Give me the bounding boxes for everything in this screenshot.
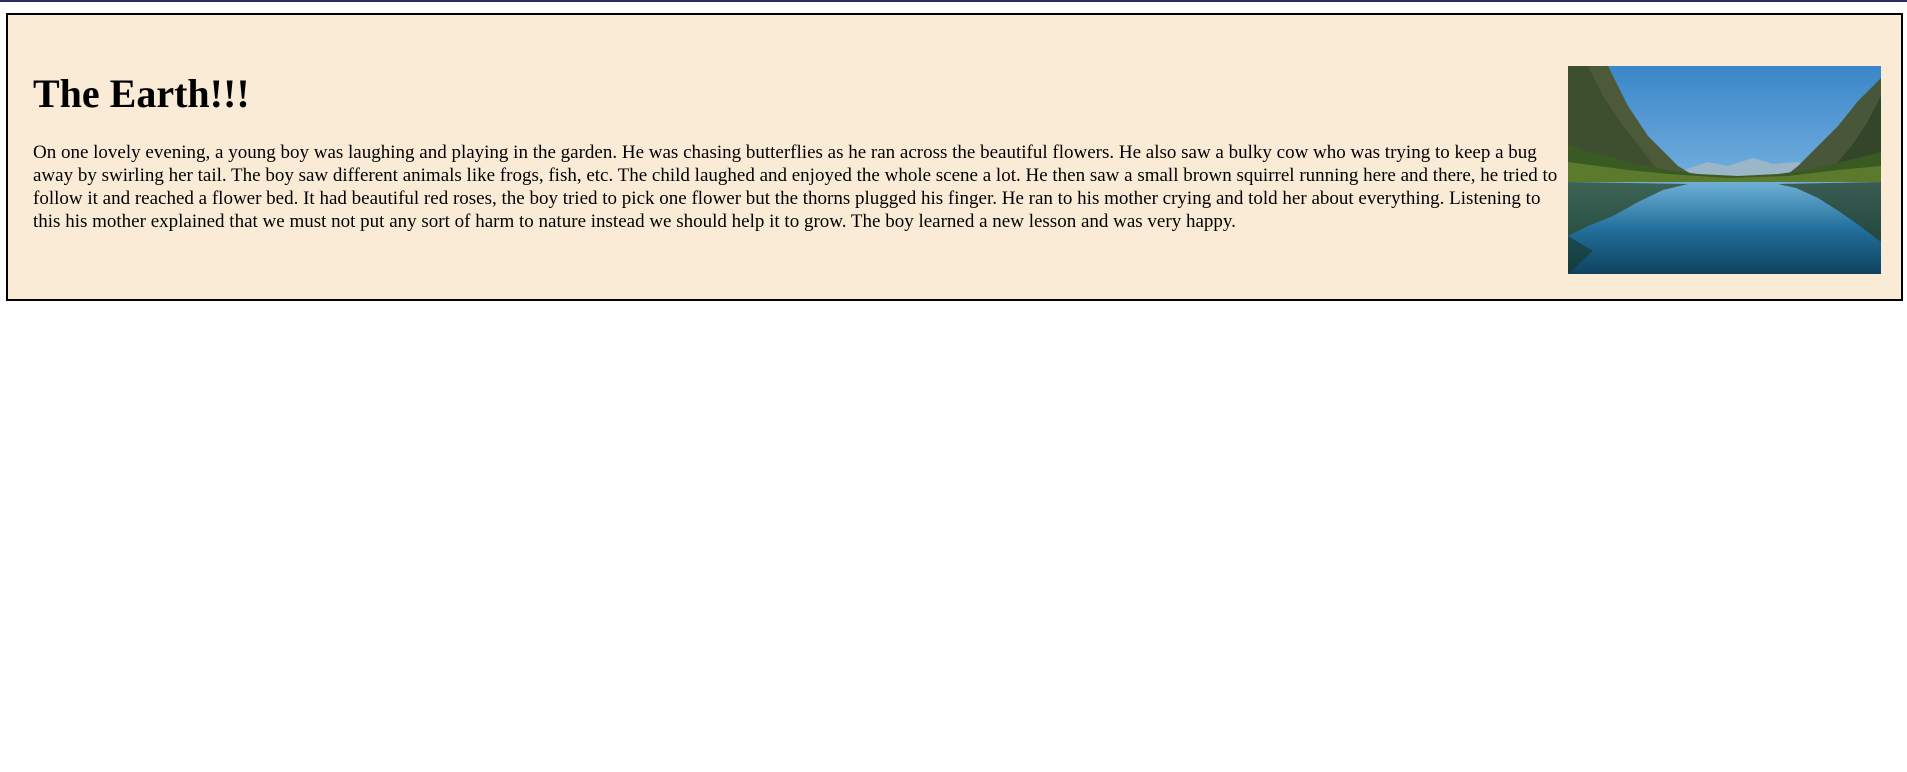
article-card: The Earth!!! On one lovely evening, a yo…: [6, 13, 1903, 301]
article-text: The Earth!!! On one lovely evening, a yo…: [33, 15, 1561, 233]
top-rule: [0, 0, 1907, 2]
article-body: On one lovely evening, a young boy was l…: [33, 142, 1558, 232]
landscape-image: [1568, 66, 1881, 274]
article-title: The Earth!!!: [33, 71, 250, 116]
